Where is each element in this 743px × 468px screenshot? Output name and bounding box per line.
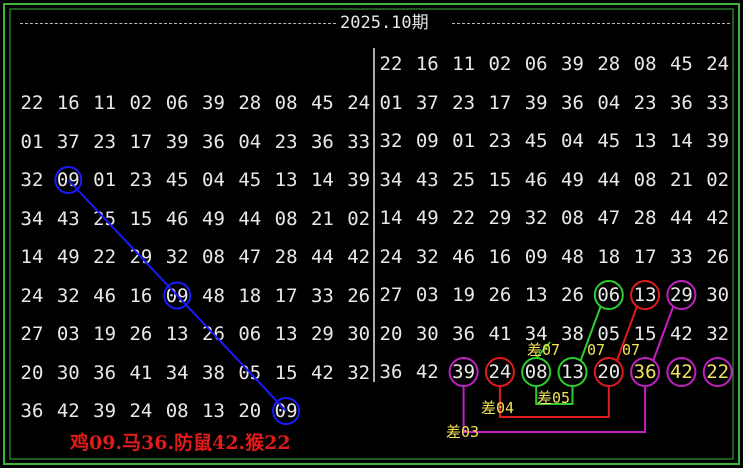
blue-trend-line	[67, 179, 287, 412]
note-diff-07-b: 07	[587, 341, 606, 359]
magenta-circle	[702, 357, 733, 387]
red-circle	[484, 357, 515, 387]
magenta-diagonal	[652, 305, 675, 362]
red-circle	[593, 357, 624, 387]
green-circle	[521, 357, 552, 387]
green-circle	[557, 357, 588, 387]
note-diff-03: 差03	[446, 423, 480, 441]
note-diff-07-c: 07	[622, 341, 641, 359]
annotation-layer	[54, 166, 733, 433]
note-diff-07-a: 差07	[527, 341, 561, 359]
chart-canvas: 2025.10期 22 16 11 02 06 39 28 08 45 24 01 37 23 17 39 3…	[0, 0, 743, 468]
magenta-circle	[448, 357, 479, 387]
magenta-circle	[630, 357, 661, 387]
red-circle	[630, 280, 661, 310]
magenta-circle	[666, 357, 697, 387]
note-diff-05: 差05	[537, 389, 571, 407]
green-circle	[593, 280, 624, 310]
bottom-prediction-text: 鸡09.马36.防鼠42.猴22	[70, 432, 291, 454]
note-diff-04: 差04	[481, 399, 515, 417]
magenta-circle	[666, 280, 697, 310]
